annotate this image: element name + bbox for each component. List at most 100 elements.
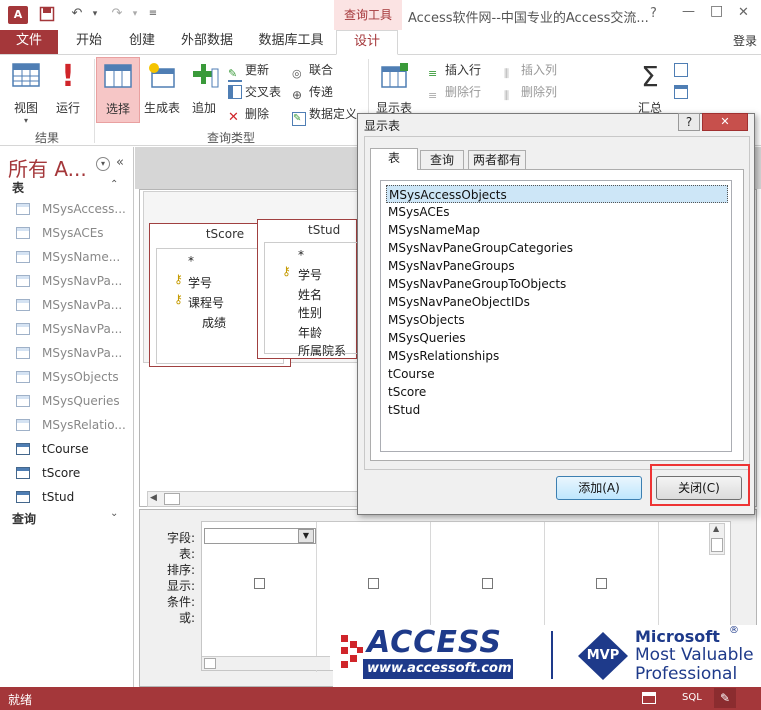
datasheet-view-status-icon[interactable] [642,692,656,704]
nav-item-table[interactable]: MSysACEs [16,222,104,244]
nav-item-table[interactable]: tScore [16,462,80,484]
nav-item-table[interactable]: tCourse [16,438,89,460]
undo-icon[interactable]: ↶ [68,6,86,24]
save-icon[interactable] [38,6,56,24]
table-list-item[interactable]: MSysNavPaneGroupToObjects [386,275,728,293]
tab-design[interactable]: 设计 [336,30,398,55]
show-checkbox[interactable] [254,578,265,589]
shutter-bar-close-icon[interactable]: « [116,155,124,170]
tab-file[interactable]: 文件 [0,30,58,54]
append-button[interactable]: 追加 [184,59,224,116]
nav-item-table[interactable]: MSysQueries [16,390,120,412]
field-gender[interactable]: 性别 [298,304,322,321]
update-button[interactable]: ✎ 更新 [228,61,269,82]
redo-dropdown-icon[interactable]: ▾ [126,9,144,27]
horizontal-scrollbar[interactable]: ◀ [147,491,377,507]
field-dropdown-icon[interactable]: ▼ [298,529,314,543]
field-all[interactable]: * [298,248,304,262]
nav-item-table[interactable]: MSysRelatio... [16,414,126,436]
property-sheet-icon[interactable] [674,63,688,77]
tab-create[interactable]: 创建 [118,30,166,54]
totals-button[interactable]: Σ 汇总 [630,59,670,116]
table-listbox[interactable]: MSysAccessObjects MSysACEs MSysNameMap MSys… [380,180,732,452]
field-score[interactable]: 成绩 [202,314,226,331]
nav-item-table[interactable]: MSysNavPa... [16,294,122,316]
show-checkbox[interactable] [368,578,379,589]
make-table-button[interactable]: 生成表 [142,59,182,116]
field-all[interactable]: * [188,254,194,268]
delete-query-button[interactable]: ✕ 删除 [228,105,269,125]
field-age[interactable]: 年龄 [298,324,322,341]
scroll-up-icon[interactable]: ▲ [713,524,719,533]
scroll-left-icon[interactable]: ◀ [150,493,157,503]
vscroll-thumb[interactable] [711,538,723,552]
scroll-thumb[interactable] [164,493,180,505]
insert-row-button[interactable]: ≡ 插入行 [428,61,481,80]
tab-home[interactable]: 开始 [64,30,114,54]
table-list-item[interactable]: MSysAccessObjects [386,185,728,203]
field-student-id[interactable]: 学号 [298,266,322,283]
field-list-tstud[interactable]: tStud * ⚷ 学号 姓名 性别 年龄 所属院系 [257,219,358,359]
tab-external-data[interactable]: 外部数据 [172,30,242,54]
table-list-item[interactable]: MSysNavPaneGroups [386,257,728,275]
tab-tables[interactable]: 表 [370,148,418,170]
field-list-title[interactable]: tStud [258,220,356,240]
grid-hscroll[interactable] [202,656,330,670]
field-course-id[interactable]: 课程号 [188,294,224,311]
restore-button[interactable]: □ [710,3,723,19]
nav-item-table[interactable]: tStud [16,486,74,508]
show-table-button[interactable]: 显示表 [374,59,414,116]
minimize-button[interactable]: — [682,4,695,19]
grid-vscroll[interactable]: ▲ [709,523,725,555]
close-button[interactable]: ✕ [738,5,749,20]
run-button[interactable]: ! 运行 [48,59,88,116]
table-list-item[interactable]: tCourse [386,365,728,383]
nav-item-table[interactable]: MSysNavPa... [16,270,122,292]
tab-queries[interactable]: 查询 [420,150,464,170]
table-list-item[interactable]: tScore [386,383,728,401]
nav-item-table[interactable]: MSysAccess... [16,198,126,220]
nav-item-table[interactable]: MSysNavPa... [16,342,122,364]
collapse-tables-icon[interactable]: ⌃ [110,179,118,190]
nav-section-queries[interactable]: 查询 [12,510,36,527]
table-list-item[interactable]: MSysRelationships [386,347,728,365]
table-list-item[interactable]: MSysNavPaneObjectIDs [386,293,728,311]
union-button[interactable]: ◎ 联合 [292,61,333,80]
nav-item-table[interactable]: MSysObjects [16,366,119,388]
redo-icon[interactable]: ↷ [108,6,126,24]
table-list-item[interactable]: MSysQueries [386,329,728,347]
passthrough-button[interactable]: ⊕ 传递 [292,83,333,102]
nav-item-table[interactable]: MSysName... [16,246,120,268]
design-view-status-icon[interactable]: ✎ [714,688,736,708]
data-definition-button[interactable]: ✎ 数据定义 [292,105,357,126]
show-checkbox[interactable] [482,578,493,589]
view-button[interactable]: 视图 ▾ [6,59,46,125]
table-list-item[interactable]: MSysNavPaneGroupCategories [386,239,728,257]
nav-menu-chevron-icon[interactable]: ▾ [96,157,110,171]
insert-column-button[interactable]: ⫼ 插入列 [504,61,557,80]
table-list-item[interactable]: MSysObjects [386,311,728,329]
delete-column-button[interactable]: ⫼ 删除列 [504,83,557,102]
sql-view-button[interactable]: SQL [682,692,702,703]
add-button[interactable]: 添加(A) [556,476,642,500]
undo-dropdown-icon[interactable]: ▾ [86,9,104,27]
show-checkbox[interactable] [596,578,607,589]
table-list-item[interactable]: MSysACEs [386,203,728,221]
field-name[interactable]: 姓名 [298,286,322,303]
customize-qat-icon[interactable]: ≡ [144,8,162,26]
login-link[interactable]: 登录 [730,30,760,54]
table-list-item[interactable]: MSysNameMap [386,221,728,239]
tab-database-tools[interactable]: 数据库工具 [252,30,330,54]
nav-pane-title[interactable]: 所有 A... [8,153,87,182]
table-list-item[interactable]: tStud [386,401,728,419]
crosstab-button[interactable]: 交叉表 [228,83,281,101]
table-names-icon[interactable] [674,85,688,99]
dialog-help-button[interactable]: ? [678,113,700,131]
help-button[interactable]: ? [650,6,657,21]
select-query-button[interactable]: 选择 [96,57,140,123]
dialog-close-button[interactable]: ✕ [702,113,748,131]
dialog-close-action-button[interactable]: 关闭(C) [656,476,742,500]
nav-item-table[interactable]: MSysNavPa... [16,318,122,340]
expand-queries-icon[interactable]: ⌄ [110,508,118,519]
grid-scroll-thumb[interactable] [204,658,216,669]
